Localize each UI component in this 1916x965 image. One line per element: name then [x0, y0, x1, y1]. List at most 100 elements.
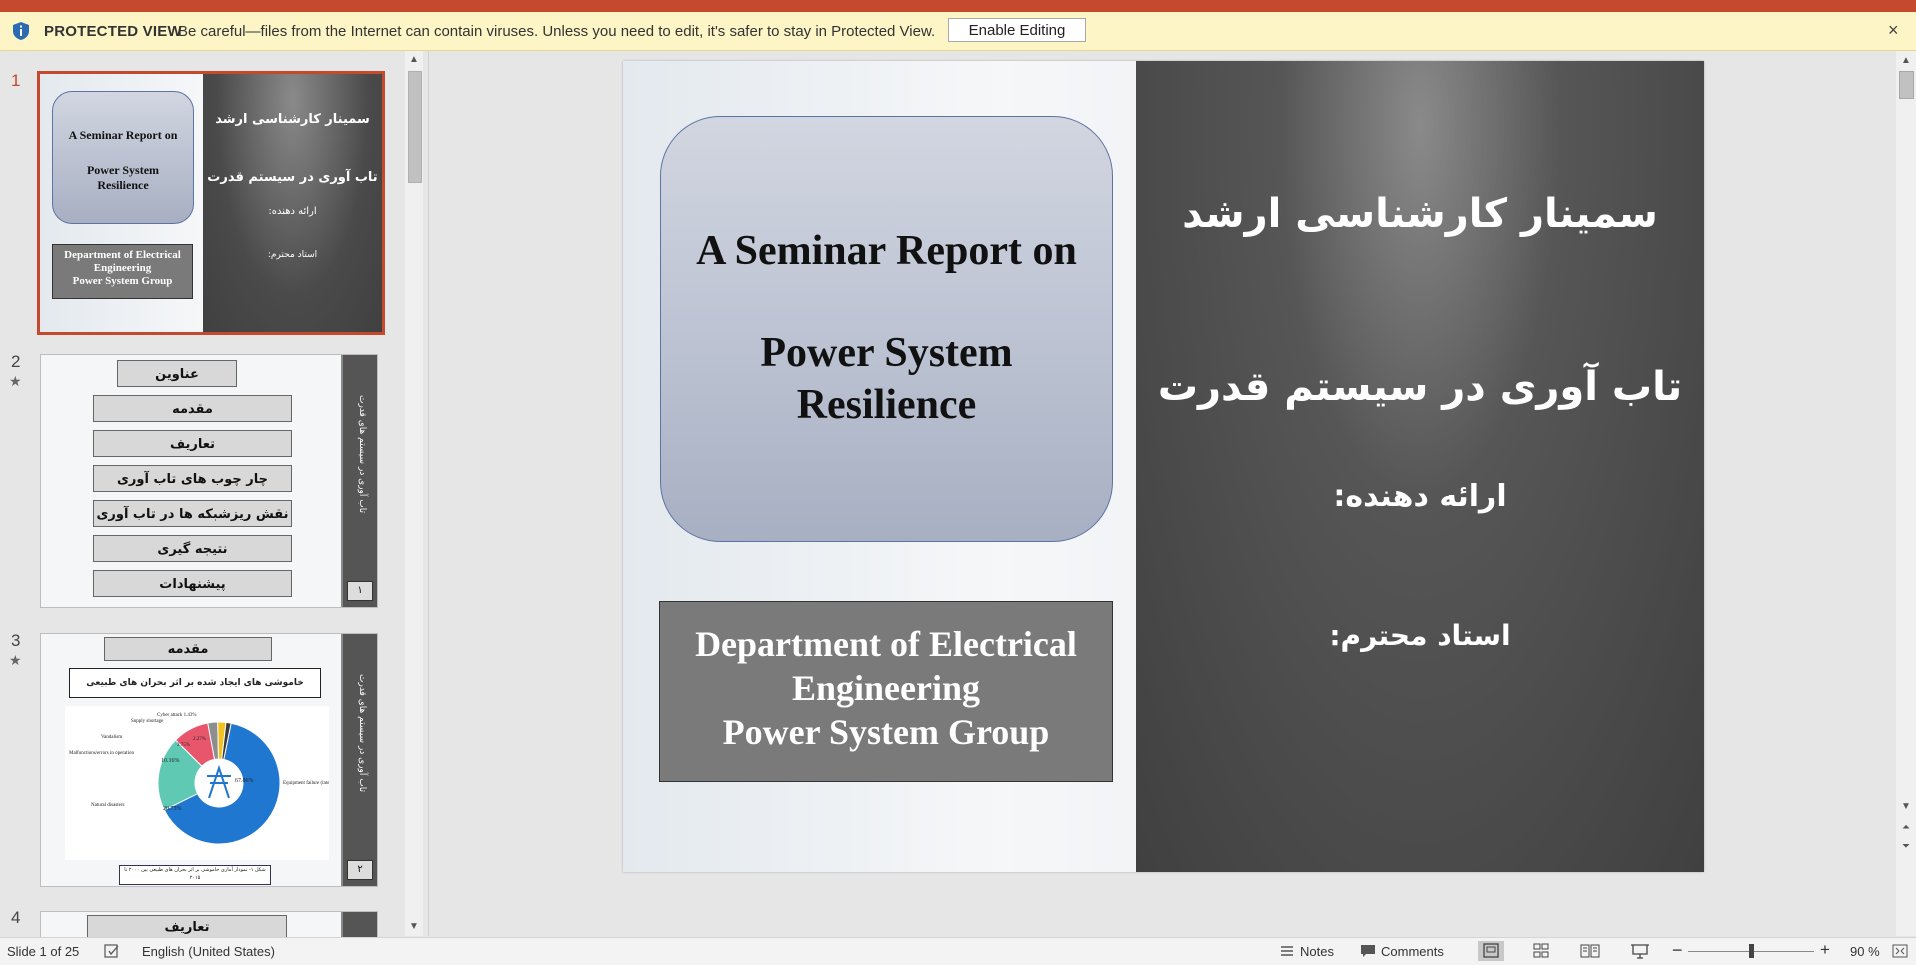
- slide-title-line: Resilience: [796, 382, 977, 428]
- thumbnail-side-text: تاب آوری در سیستم های قدرت: [357, 395, 367, 513]
- menu-item: تعاریف: [93, 430, 292, 457]
- thumbnail-title-box: A Seminar Report on Power System Resilie…: [52, 91, 194, 224]
- reading-view-icon: [1580, 944, 1600, 958]
- pie-label: 2.27%: [193, 737, 206, 742]
- close-icon[interactable]: ×: [1888, 20, 1899, 41]
- slide-sorter-button[interactable]: [1528, 941, 1554, 961]
- shield-info-icon: [13, 22, 29, 40]
- current-slide[interactable]: A Seminar Report on Power System Resilie…: [623, 61, 1704, 872]
- pie-label: Natural disasters: [91, 803, 125, 808]
- animation-star-icon: ★: [9, 652, 22, 668]
- thumbnail-section-header: تعاریف: [87, 915, 287, 938]
- notes-icon[interactable]: [1279, 945, 1295, 957]
- thumbnail-side-strip: تاب آوری در سیستم های قدرت ۲: [341, 634, 377, 886]
- enable-editing-button[interactable]: Enable Editing: [948, 18, 1086, 42]
- transmission-tower-icon: [207, 764, 231, 799]
- slide-thumbnail-pane: 1 2 ★ 3 ★ 4 A Seminar Report on Power Sy…: [0, 51, 429, 939]
- chart-caption: شکل ۱- نمودار آماری خاموشی بر اثر بحران …: [119, 865, 271, 885]
- thumbnail-professor: استاد محترم:: [267, 250, 318, 260]
- previous-slide-icon[interactable]: ⏶: [1896, 822, 1916, 833]
- menu-item: پیشنهادات: [93, 570, 292, 597]
- slide-sorter-icon: [1533, 943, 1549, 958]
- zoom-in-button[interactable]: +: [1820, 940, 1830, 960]
- thumbnail-side-text: تاب آوری در سیستم های قدرت: [357, 674, 367, 792]
- thumbnail-dark-panel: سمینار کارشناسی ارشد تاب آوری در سیستم ق…: [203, 74, 382, 332]
- thumbnail-title-line: A Seminar Report on: [68, 128, 178, 142]
- slide-show-button[interactable]: [1627, 941, 1653, 961]
- pie-label: 10.16%: [161, 758, 180, 764]
- reading-view-button[interactable]: [1577, 941, 1603, 961]
- thumbnail-presenter: ارائه دهنده:: [268, 206, 317, 217]
- status-bar: Slide 1 of 25 English (United States) No…: [0, 937, 1916, 965]
- thumbnail-number: 1: [11, 71, 21, 90]
- zoom-level[interactable]: 90 %: [1850, 944, 1880, 959]
- pie-label: Supply shortage: [131, 719, 164, 724]
- menu-item: نقش ریزشبکه ها در تاب آوری: [93, 500, 292, 527]
- comments-icon[interactable]: [1360, 944, 1376, 958]
- slide-thumbnail-3[interactable]: مقدمه خاموشی های ایجاد شده بر اثر بحران …: [40, 633, 378, 887]
- thumbnail-side-strip: [341, 912, 377, 938]
- thumbnail-persian-title: سمینار کارشناسی ارشد: [215, 112, 370, 127]
- title-box[interactable]: A Seminar Report on Power System Resilie…: [660, 116, 1113, 542]
- slide-thumbnail-1[interactable]: A Seminar Report on Power System Resilie…: [37, 71, 385, 335]
- department-box[interactable]: Department of Electrical Engineering Pow…: [659, 601, 1113, 782]
- persian-subtitle[interactable]: تاب آوری در سیستم قدرت: [1136, 364, 1704, 410]
- pie-label: Vandalism: [101, 735, 122, 740]
- slide-thumbnail-2[interactable]: عناوین مقدمه تعاریف چار چوب های تاب آوری…: [40, 354, 378, 608]
- thumbnail-page-number: ۱: [347, 581, 373, 601]
- thumbnail-department-box: Department of Electrical Engineering Pow…: [52, 244, 193, 299]
- scroll-down-icon[interactable]: ▼: [1896, 801, 1916, 812]
- scrollbar-thumb[interactable]: [408, 71, 422, 183]
- comments-button[interactable]: Comments: [1381, 944, 1444, 959]
- fit-to-window-icon[interactable]: [1892, 944, 1908, 958]
- menu-item: چار چوب های تاب آوری: [93, 465, 292, 492]
- department-line: Department of Electrical: [695, 624, 1077, 664]
- thumbnail-department-line: Power System Group: [72, 275, 173, 287]
- slide-title-line: A Seminar Report on: [696, 228, 1077, 274]
- thumbnail-page-number: ۲: [347, 860, 373, 880]
- slide-show-icon: [1631, 944, 1649, 959]
- slide-scrollbar[interactable]: ▲ ▼ ⏶ ⏷: [1896, 51, 1916, 936]
- zoom-slider-handle[interactable]: [1749, 944, 1754, 958]
- thumbnail-subtitle: خاموشی های ایجاد شده بر اثر بحران های طب…: [69, 668, 321, 698]
- language-button[interactable]: English (United States): [142, 944, 275, 959]
- thumbnail-department-line: Engineering: [93, 262, 152, 274]
- animation-star-icon: ★: [9, 373, 22, 389]
- professor-label[interactable]: استاد محترم:: [1136, 619, 1704, 652]
- slide-title-line: Power System Resilience: [661, 327, 1112, 431]
- protected-view-message: Be careful—files from the Internet can c…: [178, 23, 936, 40]
- scroll-down-icon[interactable]: ▼: [405, 918, 423, 936]
- thumbnail-section-header: مقدمه: [104, 637, 272, 661]
- slide-title-line: Power System: [760, 330, 1013, 376]
- slide-thumbnail-4[interactable]: تعاریف: [40, 911, 378, 939]
- scrollbar-thumb[interactable]: [1899, 71, 1914, 99]
- pie-label: Malfunctions/errors in operation: [69, 751, 134, 756]
- dark-panel: سمینار کارشناسی ارشد تاب آوری در سیستم ق…: [1136, 61, 1704, 872]
- pie-label: 20.73%: [163, 806, 182, 812]
- notes-button[interactable]: Notes: [1300, 944, 1334, 959]
- persian-title[interactable]: سمینار کارشناسی ارشد: [1136, 191, 1704, 237]
- scroll-up-icon[interactable]: ▲: [1896, 55, 1916, 66]
- pie-chart: Cyber attack 1.43% Supply shortage Vandali…: [65, 706, 352, 860]
- pie-label: Equipment failure (internal cause): [283, 781, 329, 786]
- spell-check-icon[interactable]: [104, 944, 120, 958]
- normal-view-button[interactable]: [1478, 941, 1504, 961]
- zoom-out-button[interactable]: −: [1672, 940, 1683, 961]
- thumbnail-scrollbar[interactable]: ▲ ▼: [405, 51, 423, 936]
- thumbnail-title-line: Power System Resilience: [86, 163, 160, 192]
- next-slide-icon[interactable]: ⏷: [1896, 841, 1916, 852]
- thumbnail-department-line: Department of Electrical: [64, 249, 181, 261]
- menu-item: نتیجه گیری: [93, 535, 292, 562]
- department-line: Engineering: [791, 668, 980, 708]
- slide-counter: Slide 1 of 25: [7, 944, 80, 959]
- pie-chart-svg: Cyber attack 1.43%Supply shortage Vandali…: [69, 713, 352, 845]
- pie-label: 67.86%: [235, 778, 254, 784]
- scroll-up-icon[interactable]: ▲: [405, 51, 423, 69]
- pie-label: Cyber attack 1.43%: [157, 713, 197, 718]
- menu-item: عناوین: [117, 360, 237, 387]
- presenter-label[interactable]: ارائه دهنده:: [1136, 479, 1704, 514]
- title-bar: [0, 0, 1916, 12]
- protected-view-bar: PROTECTED VIEW Be careful—files from the…: [0, 12, 1916, 51]
- menu-item: مقدمه: [93, 395, 292, 422]
- thumbnail-number: 4: [11, 908, 21, 927]
